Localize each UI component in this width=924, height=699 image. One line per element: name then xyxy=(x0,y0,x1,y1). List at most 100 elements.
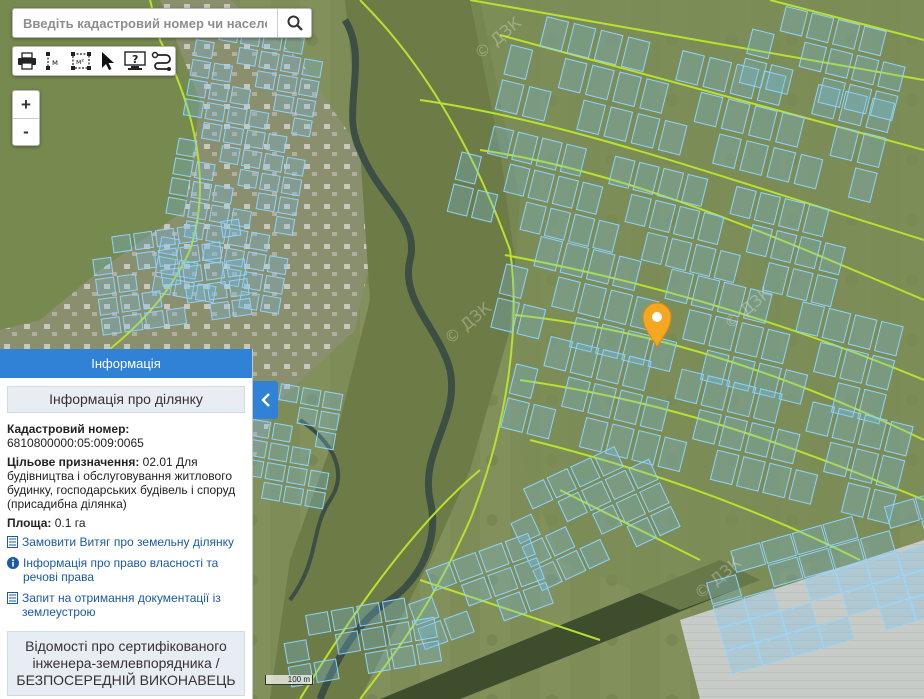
land-parcel[interactable] xyxy=(286,465,308,486)
land-parcel[interactable] xyxy=(144,310,166,330)
land-parcel[interactable] xyxy=(193,39,215,60)
land-parcel[interactable] xyxy=(133,230,155,251)
zoom-out-button[interactable]: - xyxy=(13,118,39,145)
land-parcel[interactable] xyxy=(203,261,226,281)
land-parcel[interactable] xyxy=(211,62,234,83)
measure-distance-button[interactable]: м xyxy=(40,47,67,75)
land-parcel[interactable] xyxy=(262,152,285,173)
land-parcel[interactable] xyxy=(240,149,263,170)
documentation-request-link[interactable]: Запит на отримання документації із земле… xyxy=(7,591,245,619)
search-input[interactable] xyxy=(13,9,277,37)
land-parcel[interactable] xyxy=(182,98,205,119)
land-parcel[interactable] xyxy=(247,109,270,130)
land-parcel[interactable] xyxy=(381,597,409,623)
land-parcel[interactable] xyxy=(236,46,259,67)
land-parcel[interactable] xyxy=(176,224,198,245)
land-parcel[interactable] xyxy=(258,172,281,193)
land-parcel[interactable] xyxy=(175,137,198,158)
search-button[interactable] xyxy=(277,9,311,37)
land-parcel[interactable] xyxy=(263,274,285,295)
land-parcel[interactable] xyxy=(254,70,277,91)
land-parcel[interactable] xyxy=(265,133,288,154)
land-parcel[interactable] xyxy=(119,293,141,313)
land-parcel[interactable] xyxy=(271,422,294,443)
land-parcel[interactable] xyxy=(258,50,280,71)
land-parcel[interactable] xyxy=(386,621,413,646)
land-parcel[interactable] xyxy=(289,446,312,467)
land-parcel[interactable] xyxy=(299,387,322,408)
land-parcel[interactable] xyxy=(95,276,117,297)
land-parcel[interactable] xyxy=(245,251,267,272)
land-parcel[interactable] xyxy=(172,157,194,178)
land-parcel[interactable] xyxy=(154,227,176,248)
order-extract-link[interactable]: Замовити Витяг про земельну ділянку xyxy=(7,535,245,549)
land-parcel[interactable] xyxy=(206,281,228,301)
ownership-info-link[interactable]: Інформація про право власності та речові… xyxy=(7,556,245,584)
land-parcel[interactable] xyxy=(200,121,223,142)
land-parcel[interactable] xyxy=(201,241,223,261)
land-parcel[interactable] xyxy=(182,264,204,284)
land-parcel[interactable] xyxy=(212,184,234,205)
land-parcel[interactable] xyxy=(179,244,201,264)
land-parcel[interactable] xyxy=(411,616,438,642)
land-parcel[interactable] xyxy=(280,176,303,197)
route-button[interactable] xyxy=(148,47,175,75)
land-parcel[interactable] xyxy=(259,294,282,315)
land-parcel[interactable] xyxy=(296,406,319,427)
land-parcel[interactable] xyxy=(283,639,310,664)
land-parcel[interactable] xyxy=(301,58,324,79)
land-parcel[interactable] xyxy=(160,267,182,287)
collapse-panel-button[interactable] xyxy=(253,381,278,419)
land-parcel[interactable] xyxy=(135,250,157,271)
land-parcel[interactable] xyxy=(116,273,138,293)
help-button[interactable]: ? xyxy=(121,47,148,75)
land-parcel[interactable] xyxy=(282,485,305,506)
land-parcel[interactable] xyxy=(276,74,299,95)
land-parcel[interactable] xyxy=(277,196,299,217)
land-parcel[interactable] xyxy=(97,296,119,316)
land-parcel[interactable] xyxy=(229,86,252,107)
land-parcel[interactable] xyxy=(283,34,305,55)
land-parcel[interactable] xyxy=(321,390,344,411)
land-parcel[interactable] xyxy=(122,313,144,333)
land-parcel[interactable] xyxy=(193,161,216,182)
land-parcel[interactable] xyxy=(360,625,387,651)
land-parcel[interactable] xyxy=(307,469,330,490)
land-parcel[interactable] xyxy=(237,168,259,189)
land-parcel[interactable] xyxy=(209,300,231,321)
land-parcel[interactable] xyxy=(294,97,317,118)
land-parcel[interactable] xyxy=(313,658,340,684)
land-parcel[interactable] xyxy=(228,277,250,298)
land-parcel[interactable] xyxy=(260,481,283,502)
land-parcel[interactable] xyxy=(190,180,213,201)
land-parcel[interactable] xyxy=(165,196,188,217)
land-parcel[interactable] xyxy=(364,649,391,675)
land-parcel[interactable] xyxy=(184,284,207,304)
measure-area-button[interactable]: м² xyxy=(67,47,94,75)
land-parcel[interactable] xyxy=(222,125,245,146)
land-parcel[interactable] xyxy=(284,156,306,177)
land-parcel[interactable] xyxy=(330,606,357,632)
land-parcel[interactable] xyxy=(220,218,242,239)
land-parcel[interactable] xyxy=(318,410,340,431)
land-parcel[interactable] xyxy=(157,247,179,268)
land-parcel[interactable] xyxy=(273,215,296,236)
zoom-in-button[interactable]: + xyxy=(13,91,39,118)
land-parcel[interactable] xyxy=(186,78,208,99)
land-parcel[interactable] xyxy=(279,54,302,75)
pointer-button[interactable] xyxy=(94,47,121,75)
land-parcel[interactable] xyxy=(111,233,133,254)
land-parcel[interactable] xyxy=(226,105,248,126)
land-parcel[interactable] xyxy=(305,611,332,636)
land-parcel[interactable] xyxy=(415,640,443,665)
land-parcel[interactable] xyxy=(187,200,209,221)
land-parcel[interactable] xyxy=(248,231,271,252)
land-parcel[interactable] xyxy=(231,297,253,318)
land-parcel[interactable] xyxy=(334,630,362,655)
land-parcel[interactable] xyxy=(278,383,300,404)
land-parcel[interactable] xyxy=(207,82,230,103)
land-parcel[interactable] xyxy=(168,176,191,198)
land-parcel[interactable] xyxy=(189,58,212,79)
land-parcel[interactable] xyxy=(255,192,278,213)
land-parcel[interactable] xyxy=(204,102,227,123)
